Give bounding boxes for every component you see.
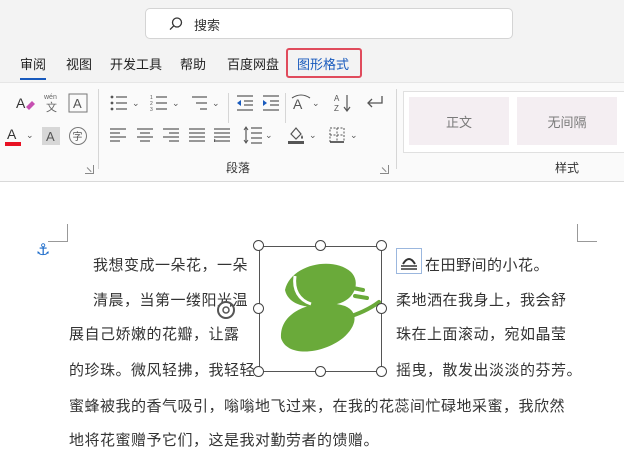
shading-chevron-icon[interactable]: ⌄ [309,131,317,141]
resize-handle-bottom-left[interactable] [253,366,264,377]
svg-text:wén: wén [43,94,57,101]
ribbon-tabs: 审阅 视图 开发工具 帮助 百度网盘 图形格式 [0,46,624,82]
svg-text:A: A [46,129,55,144]
layout-options-button[interactable] [396,248,422,274]
sort-icon[interactable]: A Z [333,93,353,113]
style-no-spacing[interactable]: 无间隔 [517,97,617,145]
rotate-handle-icon[interactable] [215,299,237,321]
align-center-icon[interactable] [137,128,153,142]
ribbon-separator [228,93,229,123]
show-paragraph-marks-icon[interactable] [364,93,384,113]
paragraph-launcher-icon[interactable] [380,165,389,174]
ribbon-separator [396,89,397,169]
paragraph-line: 我想变成一朵花，一朵 [93,256,249,274]
tab-help[interactable]: 帮助 [180,54,206,73]
align-right-icon[interactable] [163,128,179,142]
anchor-icon: ⚓ [36,240,51,259]
resize-handle-right[interactable] [376,303,387,314]
svg-text:A: A [16,95,26,111]
svg-text:A: A [7,126,17,142]
ribbon: A wén 文 A A ⌄ A 字 ⌄ 123 ⌄ ⌄ A ⌄ A Z ⌄ ⌄ … [0,82,624,182]
chinese-layout-chevron-icon[interactable]: ⌄ [312,99,320,109]
crop-mark [577,224,597,242]
paragraph-group-label: 段落 [226,161,251,175]
resize-handle-bottom[interactable] [315,366,326,377]
title-bar: 搜索 [0,0,624,46]
character-border-icon[interactable]: A [68,93,88,113]
chinese-layout-icon[interactable]: A [291,93,311,113]
layout-options-icon [401,258,417,270]
paragraph-line-tail: 在田野间的小花。 [425,256,550,274]
multilevel-list-chevron-icon[interactable]: ⌄ [212,99,220,109]
align-left-icon[interactable] [110,128,126,142]
resize-handle-bottom-right[interactable] [376,366,387,377]
shading-icon[interactable] [286,125,306,145]
borders-chevron-icon[interactable]: ⌄ [350,131,358,141]
distributed-icon[interactable] [214,128,230,142]
decrease-indent-icon[interactable] [236,95,254,111]
resize-handle-top-right[interactable] [376,240,387,251]
svg-text:A: A [73,96,82,111]
borders-icon[interactable] [329,127,345,143]
paragraph-line: 的珍珠。微风轻拂，我轻轻 [69,361,256,379]
font-color-icon[interactable]: A [4,125,24,147]
crop-mark [48,224,68,242]
svg-text:3: 3 [150,107,153,111]
resize-handle-top-left[interactable] [253,240,264,251]
enclose-characters-icon[interactable]: 字 [68,126,88,146]
numbering-icon[interactable]: 123 [150,95,170,111]
resize-handle-left[interactable] [253,303,264,314]
style-normal[interactable]: 正文 [409,97,509,145]
resize-handle-top[interactable] [315,240,326,251]
character-shading-icon[interactable]: A [42,127,60,145]
paragraph-line-tail: 摇曳，散发出淡淡的芬芳。 [396,361,583,379]
paragraph-line: 展自己娇嫩的花瓣，让露 [69,325,240,343]
svg-text:A: A [334,94,340,103]
styles-group-label: 样式 [555,161,580,175]
justify-icon[interactable] [189,128,205,142]
font-color-chevron-icon[interactable]: ⌄ [26,131,34,141]
line-spacing-icon[interactable] [243,126,263,144]
numbering-chevron-icon[interactable]: ⌄ [172,99,180,109]
svg-text:字: 字 [73,130,83,143]
tab-developer[interactable]: 开发工具 [110,54,162,73]
line-spacing-chevron-icon[interactable]: ⌄ [265,131,273,141]
search-placeholder: 搜索 [194,19,221,34]
svg-text:文: 文 [46,100,57,113]
tab-shape-format[interactable]: 图形格式 [297,54,349,73]
multilevel-list-icon[interactable] [190,95,210,111]
clear-format-icon[interactable]: A [14,93,36,113]
paragraph-line: 地将花蜜赠予它们，这是我对勤劳者的馈赠。 [69,431,380,449]
paragraph-line: 蜜蜂被我的香气吸引，嗡嗡地飞过来，在我的花蕊间忙碌地采蜜，我欣然 [69,397,566,415]
increase-indent-icon[interactable] [262,95,280,111]
tab-view[interactable]: 视图 [66,54,92,73]
bullets-chevron-icon[interactable]: ⌄ [132,99,140,109]
tab-review[interactable]: 审阅 [20,54,47,80]
search-icon [169,17,183,31]
phonetic-guide-icon[interactable]: wén 文 [42,91,64,113]
ribbon-separator [98,89,99,169]
selection-frame [259,246,382,372]
svg-text:Z: Z [334,104,339,113]
search-box[interactable]: 搜索 [145,8,513,39]
selected-image[interactable] [253,240,387,377]
tab-baidu-netdisk[interactable]: 百度网盘 [227,54,279,73]
ribbon-separator [285,93,286,123]
font-launcher-icon[interactable] [85,165,94,174]
paragraph-line-tail: 柔地洒在我身上，我会舒 [396,291,567,309]
bullets-icon[interactable] [110,95,130,111]
svg-text:A: A [293,96,303,112]
paragraph-line-tail: 珠在上面滚动，宛如晶莹 [396,325,567,343]
